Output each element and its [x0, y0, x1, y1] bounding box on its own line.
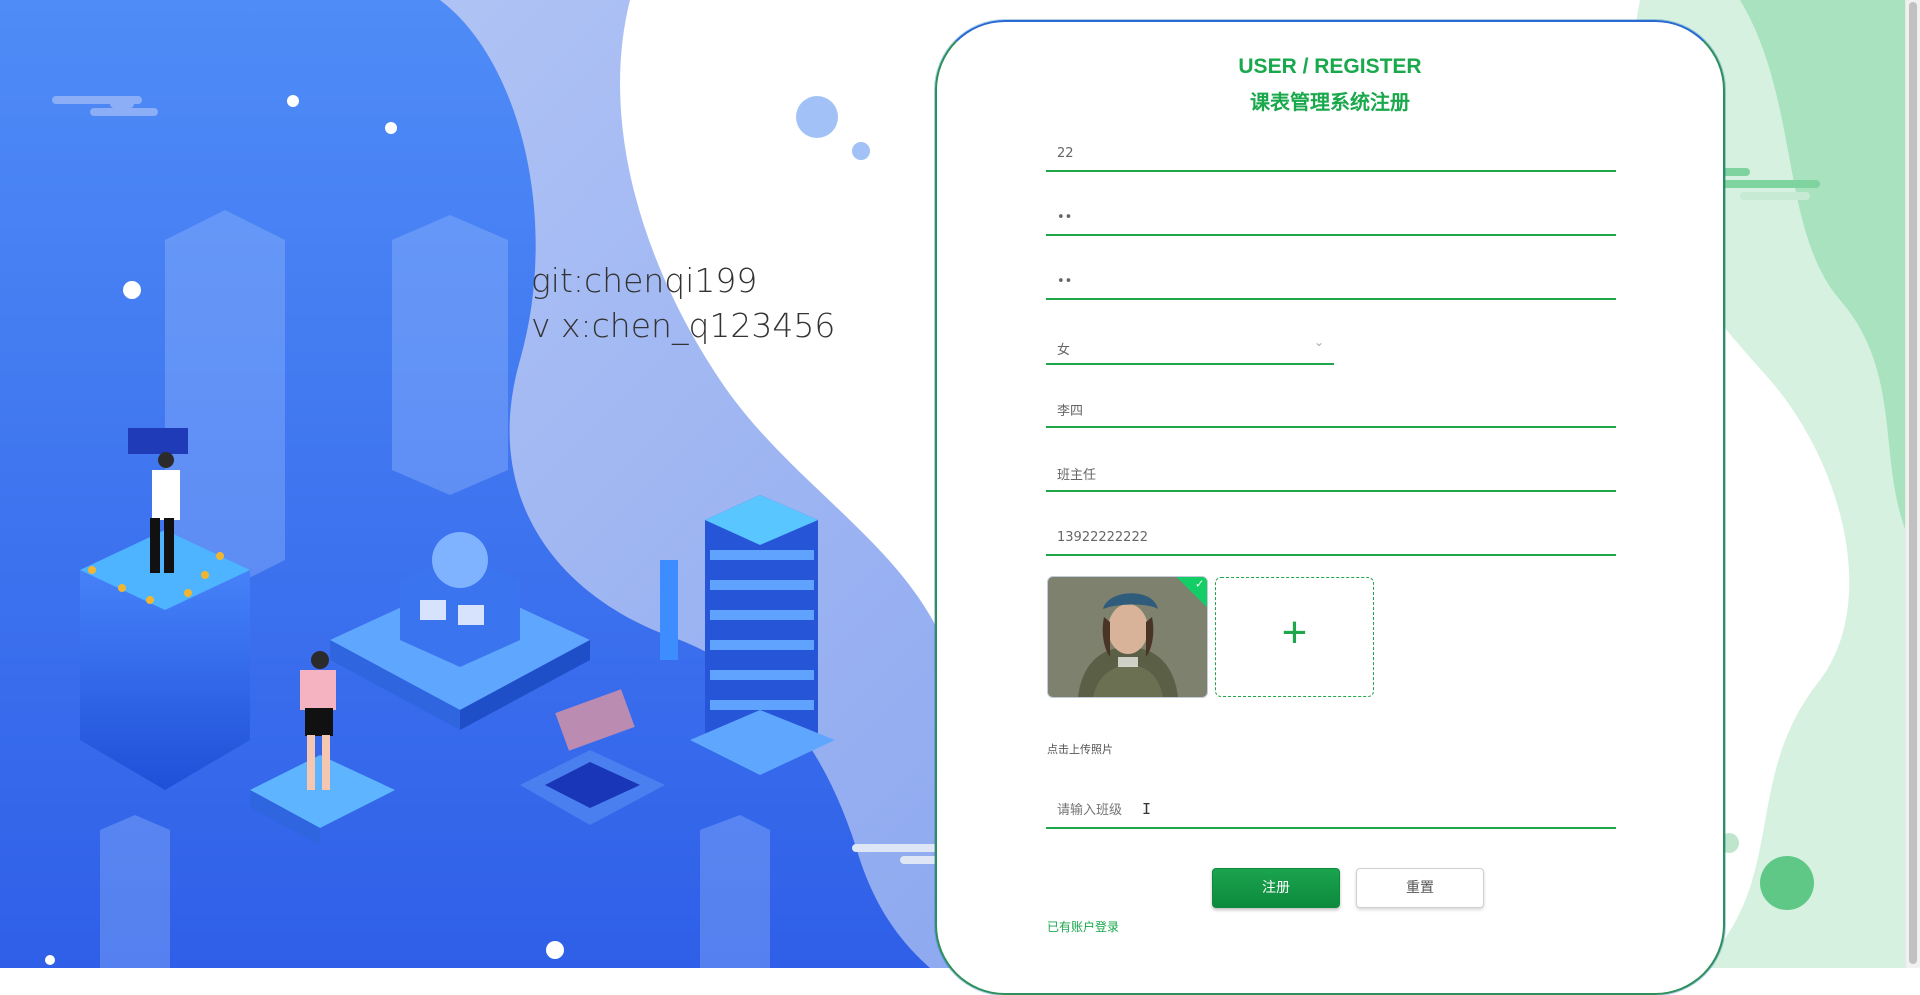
upload-photo-button[interactable]: +: [1215, 577, 1374, 697]
username-input[interactable]: [1046, 136, 1616, 170]
password-input[interactable]: [1046, 200, 1616, 234]
register-title-en: USER / REGISTER: [1238, 55, 1422, 78]
watermark-line-1: git:chenqi199: [531, 261, 758, 300]
class-field[interactable]: [1046, 793, 1616, 829]
gender-select-value: 女: [1057, 343, 1071, 358]
left-illustration: git:chenqi199 v x:chen_q123456: [0, 0, 1000, 968]
existing-account-login-link[interactable]: 已有账户登录: [1047, 918, 1119, 935]
watermark-line-2: v x:chen_q123456: [531, 306, 836, 345]
confirm-password-field[interactable]: [1046, 264, 1616, 300]
uploaded-photo-thumbnail[interactable]: ✓: [1047, 576, 1208, 698]
name-field[interactable]: [1046, 392, 1616, 428]
page-scrollbar[interactable]: [1905, 0, 1920, 968]
plus-icon: +: [1281, 608, 1308, 657]
check-icon: ✓: [1195, 578, 1205, 591]
phone-field[interactable]: [1046, 520, 1616, 556]
upload-tip-text: 点击上传照片: [1047, 743, 1113, 756]
reset-button[interactable]: 重置: [1356, 868, 1484, 908]
portrait-photo: [1048, 577, 1207, 697]
role-input[interactable]: [1046, 456, 1616, 490]
gender-select[interactable]: 女 ⌄: [1046, 329, 1334, 365]
watermark-text: git:chenqi199 v x:chen_q123456: [531, 258, 835, 348]
phone-input[interactable]: [1046, 520, 1616, 554]
scrollbar-thumb[interactable]: [1909, 2, 1917, 964]
chevron-down-icon[interactable]: ⌄: [1314, 335, 1324, 349]
register-button[interactable]: 注册: [1212, 868, 1340, 908]
username-field[interactable]: [1046, 136, 1616, 172]
name-input[interactable]: [1046, 392, 1616, 426]
text-cursor-icon: I: [1142, 800, 1152, 818]
register-title-cn: 课表管理系统注册: [1250, 90, 1410, 114]
role-field[interactable]: [1046, 456, 1616, 492]
password-field[interactable]: [1046, 200, 1616, 236]
confirm-password-input[interactable]: [1046, 264, 1616, 298]
class-input[interactable]: [1046, 793, 1616, 827]
isometric-city-illustration: [0, 0, 1000, 968]
